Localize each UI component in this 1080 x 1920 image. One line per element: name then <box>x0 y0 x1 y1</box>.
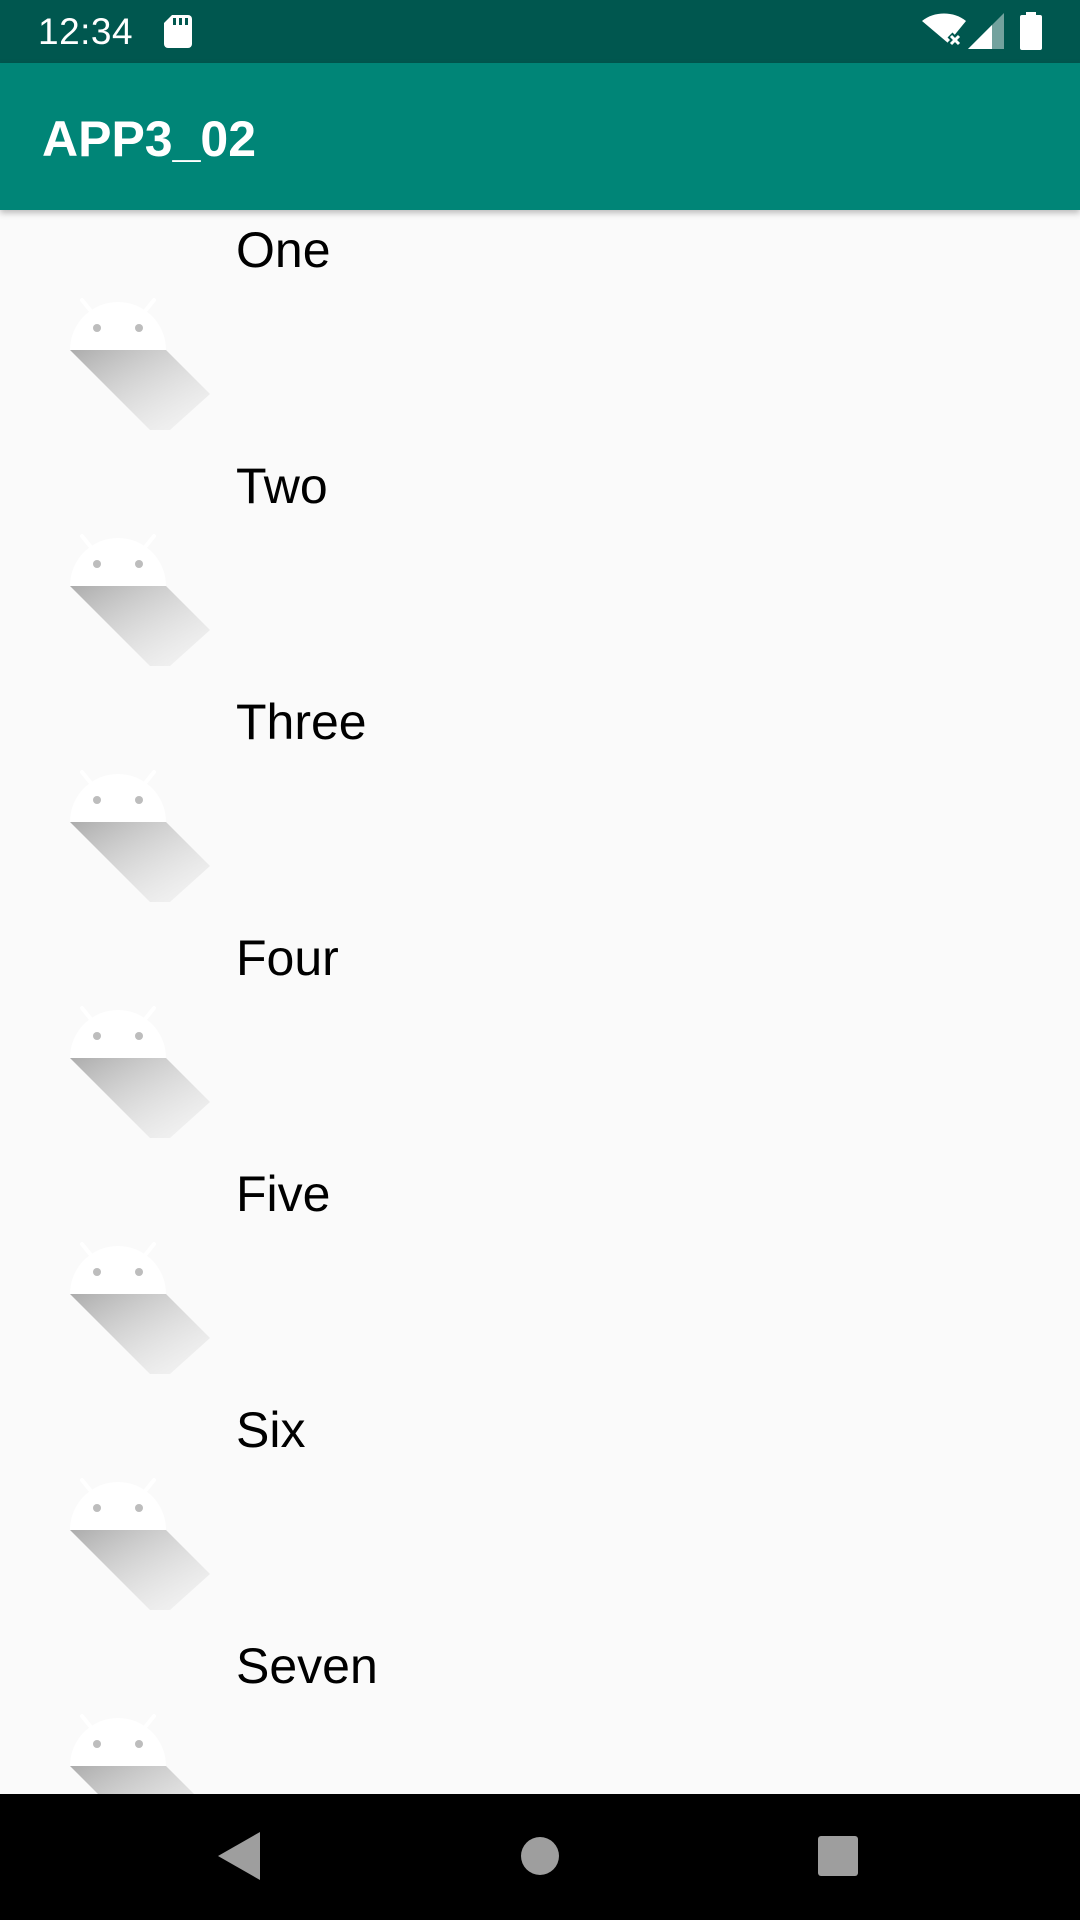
item-label: Seven <box>236 1638 378 1694</box>
item-label: Five <box>236 1166 331 1222</box>
wifi-off-icon <box>922 13 966 48</box>
list-item[interactable]: Four <box>0 918 1080 1154</box>
android-icon <box>70 1706 210 1794</box>
list-item[interactable]: One <box>0 210 1080 446</box>
item-label: Four <box>236 930 339 986</box>
status-bar: 12:34 <box>0 0 1080 63</box>
android-icon <box>70 1234 210 1374</box>
list-item[interactable]: Seven <box>0 1626 1080 1794</box>
list-item[interactable]: Two <box>0 446 1080 682</box>
list-item[interactable]: Three <box>0 682 1080 918</box>
list-item[interactable]: Five <box>0 1154 1080 1390</box>
battery-icon <box>1020 12 1042 50</box>
recents-icon[interactable] <box>818 1836 858 1876</box>
app-title: APP3_02 <box>42 111 257 167</box>
android-icon <box>70 1470 210 1610</box>
back-icon[interactable] <box>218 1832 260 1880</box>
list-item[interactable]: Six <box>0 1390 1080 1626</box>
android-icon <box>70 526 210 666</box>
android-icon <box>70 290 210 430</box>
android-icon <box>70 762 210 902</box>
signal-icon <box>968 13 1004 49</box>
item-label: Six <box>236 1402 306 1458</box>
android-icon <box>70 998 210 1138</box>
item-label: Three <box>236 694 367 750</box>
item-label: Two <box>236 458 328 514</box>
navigation-bar <box>0 1794 1080 1920</box>
sd-card-icon <box>164 15 192 48</box>
app-bar: APP3_02 <box>0 63 1080 210</box>
item-label: One <box>236 222 331 278</box>
item-list[interactable]: One Two Three Four Five Six Seven <box>0 210 1080 1794</box>
home-icon[interactable] <box>520 1836 560 1876</box>
status-time: 12:34 <box>38 11 134 52</box>
